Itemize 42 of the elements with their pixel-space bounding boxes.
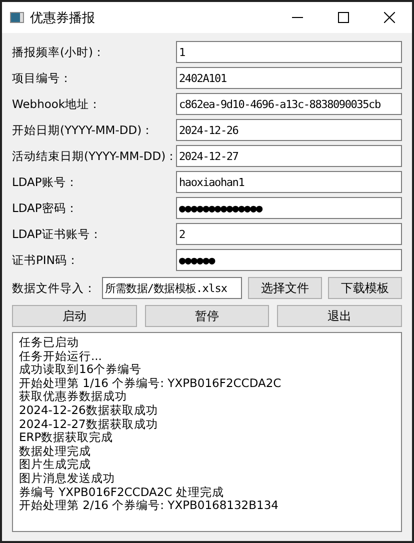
file-path-field[interactable]: 所需数据/数据模板.xlsx: [102, 277, 242, 299]
close-icon[interactable]: [384, 12, 394, 23]
input-field[interactable]: ●●●●●●: [176, 249, 402, 271]
field-label: 项目编号：: [12, 70, 73, 86]
window-title: 优惠券播报: [30, 10, 96, 26]
input-field[interactable]: 2024-12-26: [176, 119, 402, 141]
input-field[interactable]: 2: [176, 223, 402, 245]
action-button[interactable]: 退出: [277, 305, 402, 327]
input-field[interactable]: haoxiaohan1: [176, 171, 402, 193]
log-line: 任务已启动: [19, 336, 80, 350]
log-line: 图片生成完成: [19, 458, 92, 472]
log-line: 获取优惠券数据成功: [19, 390, 128, 404]
log-line: ERP数据获取完成: [19, 431, 114, 445]
input-field[interactable]: ●●●●●●●●●●●●●●: [176, 197, 402, 219]
log-line: 2024-12-27数据获取成功: [19, 418, 159, 431]
log-line: 成功读取到16个券编号: [19, 363, 143, 377]
action-button[interactable]: 暂停: [144, 305, 270, 327]
field-label: 证书PIN码：: [12, 252, 80, 268]
input-field[interactable]: 2024-12-27: [176, 145, 402, 167]
file-button[interactable]: 选择文件: [248, 277, 322, 299]
app-icon: [10, 12, 24, 23]
maximize-icon[interactable]: [338, 12, 348, 23]
input-field[interactable]: 1: [176, 41, 402, 63]
input-field[interactable]: c862ea-9d10-4696-a13c-8838090035cb: [176, 93, 402, 115]
action-button[interactable]: 启动: [12, 305, 137, 327]
field-label: 开始日期(YYYY-MM-DD)：: [12, 122, 155, 138]
log-line: 图片消息发送成功: [19, 472, 116, 486]
log-line: 任务开始运行...: [19, 350, 103, 364]
file-button[interactable]: 下载模板: [328, 277, 402, 299]
field-label: LDAP证书账号：: [12, 226, 103, 242]
log-line: 券编号 YXPB016F2CCDA2C 处理完成: [19, 486, 225, 500]
field-label: 活动结束日期(YYYY-MM-DD)：: [12, 148, 176, 164]
log-line: 开始处理第 2/16 个券编号: YXPB0168132B134: [19, 499, 280, 513]
log-line: 开始处理第 1/16 个券编号: YXPB016F2CCDA2C: [19, 376, 282, 390]
log-line: 2024-12-26数据获取成功: [19, 404, 159, 418]
field-label: 播报频率(小时)：: [12, 44, 106, 60]
log-line: 数据处理完成: [19, 444, 92, 458]
field-label: LDAP密码：: [12, 200, 79, 216]
field-label: Webhook地址：: [12, 96, 102, 112]
input-field[interactable]: 2402A101: [176, 67, 402, 89]
field-label: 数据文件导入：: [12, 280, 96, 296]
field-label: LDAP账号：: [12, 174, 79, 190]
